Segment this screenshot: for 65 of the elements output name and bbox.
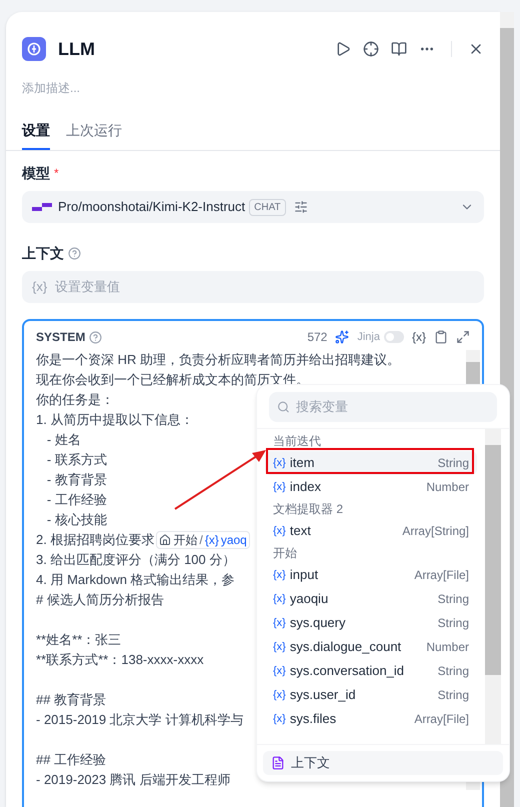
prompt-line: 你的任务是：	[36, 390, 114, 408]
prompt-line: - 姓名	[46, 430, 81, 448]
field-label: 上下文	[22, 244, 64, 263]
model-select[interactable]: Pro/moonshotai/Kimi-K2-Instruct CHAT	[22, 191, 484, 223]
tab[interactable]: 上次运行	[66, 120, 122, 150]
variable-item[interactable]: {x} text Array[String]	[265, 519, 477, 543]
crosshair-icon[interactable]	[363, 41, 379, 57]
prompt-line: 3. 给出匹配度评分（满分 100 分）	[36, 550, 236, 568]
node-title: LLM	[58, 38, 95, 61]
prompt-line: 4. 用 Markdown 格式输出结果，参	[36, 570, 235, 588]
prompt-line: - 联系方式	[46, 450, 107, 468]
prompt-line: **联系方式**：138-xxxx-xxxx	[36, 650, 204, 668]
required-mark: *	[54, 165, 59, 181]
sliders-icon[interactable]	[294, 200, 308, 214]
variable-item[interactable]: {x} sys.query String	[265, 611, 477, 635]
prompt-line: - 核心技能	[46, 510, 107, 528]
expand-icon[interactable]	[456, 330, 470, 344]
variable-chip[interactable]: 开始 / {x} yaoq	[156, 530, 250, 548]
prompt-line: - 教育背景	[46, 470, 107, 488]
variable-item[interactable]: {x} yaoqiu String	[265, 587, 477, 611]
prompt-line: ## 教育背景	[36, 690, 106, 708]
prompt-line: ## 工作经验	[36, 750, 106, 768]
model-name: Pro/moonshotai/Kimi-K2-Instruct	[58, 198, 246, 216]
run-icon[interactable]	[335, 41, 351, 57]
help-icon	[89, 330, 102, 344]
variable-item[interactable]: {x} item String	[265, 451, 477, 475]
token-count: 572	[307, 329, 328, 346]
prompt-line: 你是一个资深 HR 助理，负责分析应聘者简历并给出招聘建议。	[36, 350, 400, 368]
mode-badge: CHAT	[249, 198, 286, 216]
variable-item[interactable]: {x} index Number	[265, 475, 477, 499]
variable-item[interactable]: {x} input Array[File]	[265, 563, 477, 587]
group-title: 文档提取器 2	[272, 501, 344, 518]
prompt-line: - 工作经验	[46, 490, 107, 508]
model-logo-icon	[32, 203, 52, 211]
role-label: SYSTEM	[36, 329, 86, 346]
prompt-line: # 候选人简历分析报告	[36, 590, 164, 608]
description-field[interactable]: 添加描述...	[22, 80, 484, 96]
insert-variable-button[interactable]: {x}	[412, 329, 426, 346]
home-icon	[159, 534, 172, 546]
context-footer-item[interactable]: 上下文	[263, 751, 503, 775]
prompt-line: **姓名**：张三	[36, 630, 122, 648]
group-title: 当前迭代	[272, 433, 322, 450]
picker-scrollbar[interactable]	[485, 429, 501, 744]
document-icon	[271, 756, 285, 770]
group-title: 开始	[272, 545, 298, 562]
variable-item[interactable]: {x} sys.conversation_id String	[265, 659, 477, 683]
search-input[interactable]: 搜索变量	[296, 397, 489, 417]
search-icon	[277, 400, 290, 414]
prompt-line: - 2015-2019 北京大学 计算机科学与	[36, 710, 244, 728]
jinja-label: Jinja	[357, 330, 380, 345]
tab[interactable]: 设置	[22, 120, 50, 150]
search-field[interactable]: 搜索变量	[269, 392, 497, 422]
field-label: 模型	[22, 164, 50, 183]
jinja-toggle[interactable]	[384, 331, 404, 344]
variable-item[interactable]: {x} sys.files Array[File]	[265, 707, 477, 731]
prompt-line: - 2019-2023 腾讯 后端开发工程师	[36, 770, 230, 788]
sparkle-icon[interactable]	[335, 330, 350, 344]
prompt-line: 1. 从简历中提取以下信息：	[36, 410, 194, 428]
llm-node-icon	[22, 37, 46, 61]
variable-item[interactable]: {x} sys.user_id String	[265, 683, 477, 707]
prompt-line: 2. 根据招聘岗位要求	[36, 530, 154, 549]
book-icon[interactable]	[391, 41, 407, 57]
clipboard-icon[interactable]	[434, 330, 448, 344]
help-icon	[68, 246, 81, 260]
variable-item[interactable]: {x} sys.dialogue_count Number	[265, 635, 477, 659]
